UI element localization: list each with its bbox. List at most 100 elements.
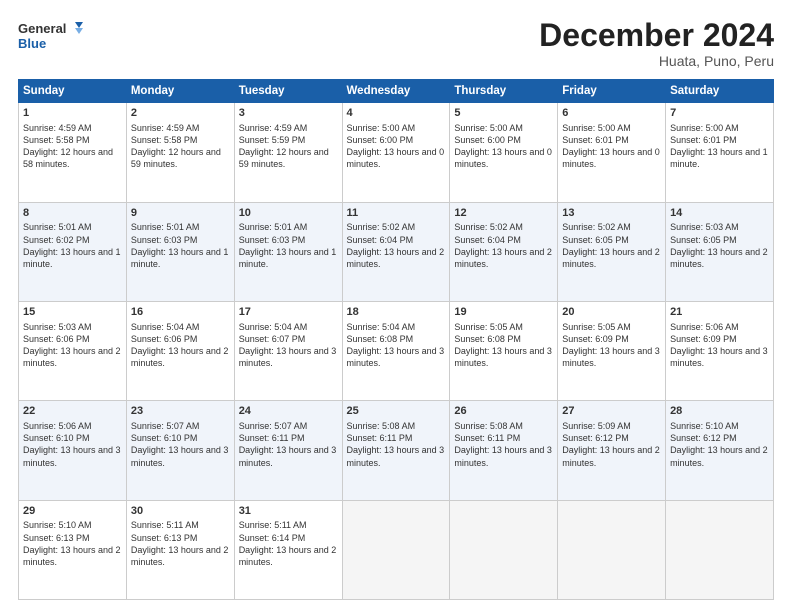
col-monday: Monday [126, 80, 234, 103]
daylight-text: Daylight: 13 hours and 3 minutes. [347, 345, 446, 369]
sunset-text: Sunset: 6:04 PM [454, 234, 553, 246]
day-number: 4 [347, 106, 446, 121]
sunrise-text: Sunrise: 5:04 AM [239, 321, 338, 333]
header: General Blue December 2024 Huata, Puno, … [18, 18, 774, 69]
sunrise-text: Sunrise: 5:01 AM [239, 221, 338, 233]
day-number: 14 [670, 206, 769, 221]
table-row: 25Sunrise: 5:08 AMSunset: 6:11 PMDayligh… [342, 401, 450, 500]
logo: General Blue [18, 18, 88, 56]
daylight-text: Daylight: 13 hours and 2 minutes. [562, 444, 661, 468]
sunset-text: Sunset: 6:08 PM [347, 333, 446, 345]
col-sunday: Sunday [19, 80, 127, 103]
day-number: 18 [347, 305, 446, 320]
sunrise-text: Sunrise: 5:07 AM [239, 420, 338, 432]
table-row: 27Sunrise: 5:09 AMSunset: 6:12 PMDayligh… [558, 401, 666, 500]
daylight-text: Daylight: 12 hours and 59 minutes. [239, 146, 338, 170]
sunrise-text: Sunrise: 4:59 AM [239, 122, 338, 134]
table-row: 14Sunrise: 5:03 AMSunset: 6:05 PMDayligh… [666, 202, 774, 301]
day-number: 19 [454, 305, 553, 320]
day-number: 5 [454, 106, 553, 121]
sunrise-text: Sunrise: 5:00 AM [562, 122, 661, 134]
calendar-week-row: 22Sunrise: 5:06 AMSunset: 6:10 PMDayligh… [19, 401, 774, 500]
table-row [666, 500, 774, 599]
day-number: 23 [131, 404, 230, 419]
sunrise-text: Sunrise: 5:02 AM [454, 221, 553, 233]
col-friday: Friday [558, 80, 666, 103]
day-number: 15 [23, 305, 122, 320]
sunset-text: Sunset: 5:58 PM [23, 134, 122, 146]
day-number: 27 [562, 404, 661, 419]
table-row: 23Sunrise: 5:07 AMSunset: 6:10 PMDayligh… [126, 401, 234, 500]
table-row: 8Sunrise: 5:01 AMSunset: 6:02 PMDaylight… [19, 202, 127, 301]
day-number: 16 [131, 305, 230, 320]
day-number: 31 [239, 504, 338, 519]
sunset-text: Sunset: 6:13 PM [131, 532, 230, 544]
daylight-text: Daylight: 13 hours and 1 minute. [131, 246, 230, 270]
sunset-text: Sunset: 6:14 PM [239, 532, 338, 544]
table-row: 22Sunrise: 5:06 AMSunset: 6:10 PMDayligh… [19, 401, 127, 500]
calendar-table: Sunday Monday Tuesday Wednesday Thursday… [18, 79, 774, 600]
daylight-text: Daylight: 13 hours and 2 minutes. [670, 444, 769, 468]
daylight-text: Daylight: 13 hours and 3 minutes. [454, 345, 553, 369]
table-row: 5Sunrise: 5:00 AMSunset: 6:00 PMDaylight… [450, 103, 558, 202]
table-row: 16Sunrise: 5:04 AMSunset: 6:06 PMDayligh… [126, 301, 234, 400]
col-thursday: Thursday [450, 80, 558, 103]
daylight-text: Daylight: 13 hours and 1 minute. [670, 146, 769, 170]
sunrise-text: Sunrise: 5:05 AM [454, 321, 553, 333]
table-row: 20Sunrise: 5:05 AMSunset: 6:09 PMDayligh… [558, 301, 666, 400]
daylight-text: Daylight: 13 hours and 2 minutes. [562, 246, 661, 270]
sunset-text: Sunset: 6:06 PM [23, 333, 122, 345]
sunrise-text: Sunrise: 5:11 AM [239, 519, 338, 531]
sunrise-text: Sunrise: 5:07 AM [131, 420, 230, 432]
sunrise-text: Sunrise: 5:00 AM [347, 122, 446, 134]
day-number: 24 [239, 404, 338, 419]
sunrise-text: Sunrise: 5:08 AM [347, 420, 446, 432]
day-number: 29 [23, 504, 122, 519]
daylight-text: Daylight: 13 hours and 3 minutes. [454, 444, 553, 468]
sunrise-text: Sunrise: 5:02 AM [562, 221, 661, 233]
table-row: 10Sunrise: 5:01 AMSunset: 6:03 PMDayligh… [234, 202, 342, 301]
table-row: 9Sunrise: 5:01 AMSunset: 6:03 PMDaylight… [126, 202, 234, 301]
daylight-text: Daylight: 13 hours and 2 minutes. [131, 544, 230, 568]
table-row [558, 500, 666, 599]
day-number: 13 [562, 206, 661, 221]
sunset-text: Sunset: 6:06 PM [131, 333, 230, 345]
sunrise-text: Sunrise: 5:00 AM [454, 122, 553, 134]
sunrise-text: Sunrise: 5:01 AM [23, 221, 122, 233]
table-row: 17Sunrise: 5:04 AMSunset: 6:07 PMDayligh… [234, 301, 342, 400]
calendar-week-row: 15Sunrise: 5:03 AMSunset: 6:06 PMDayligh… [19, 301, 774, 400]
table-row: 12Sunrise: 5:02 AMSunset: 6:04 PMDayligh… [450, 202, 558, 301]
day-number: 17 [239, 305, 338, 320]
sunset-text: Sunset: 6:01 PM [562, 134, 661, 146]
calendar-week-row: 29Sunrise: 5:10 AMSunset: 6:13 PMDayligh… [19, 500, 774, 599]
sunset-text: Sunset: 6:05 PM [562, 234, 661, 246]
sunset-text: Sunset: 6:09 PM [670, 333, 769, 345]
table-row: 4Sunrise: 5:00 AMSunset: 6:00 PMDaylight… [342, 103, 450, 202]
sunset-text: Sunset: 6:11 PM [347, 432, 446, 444]
daylight-text: Daylight: 13 hours and 3 minutes. [239, 345, 338, 369]
daylight-text: Daylight: 13 hours and 3 minutes. [670, 345, 769, 369]
daylight-text: Daylight: 13 hours and 3 minutes. [23, 444, 122, 468]
daylight-text: Daylight: 13 hours and 2 minutes. [454, 246, 553, 270]
day-number: 26 [454, 404, 553, 419]
table-row: 28Sunrise: 5:10 AMSunset: 6:12 PMDayligh… [666, 401, 774, 500]
daylight-text: Daylight: 12 hours and 59 minutes. [131, 146, 230, 170]
table-row: 24Sunrise: 5:07 AMSunset: 6:11 PMDayligh… [234, 401, 342, 500]
sunset-text: Sunset: 6:05 PM [670, 234, 769, 246]
daylight-text: Daylight: 13 hours and 3 minutes. [347, 444, 446, 468]
daylight-text: Daylight: 13 hours and 2 minutes. [239, 544, 338, 568]
table-row: 30Sunrise: 5:11 AMSunset: 6:13 PMDayligh… [126, 500, 234, 599]
day-number: 21 [670, 305, 769, 320]
day-number: 12 [454, 206, 553, 221]
daylight-text: Daylight: 13 hours and 3 minutes. [131, 444, 230, 468]
sunrise-text: Sunrise: 5:01 AM [131, 221, 230, 233]
col-tuesday: Tuesday [234, 80, 342, 103]
sunrise-text: Sunrise: 5:10 AM [23, 519, 122, 531]
daylight-text: Daylight: 13 hours and 2 minutes. [347, 246, 446, 270]
title-block: December 2024 Huata, Puno, Peru [539, 18, 774, 69]
sunset-text: Sunset: 6:08 PM [454, 333, 553, 345]
sunrise-text: Sunrise: 5:05 AM [562, 321, 661, 333]
sunset-text: Sunset: 6:00 PM [454, 134, 553, 146]
table-row: 6Sunrise: 5:00 AMSunset: 6:01 PMDaylight… [558, 103, 666, 202]
calendar-week-row: 8Sunrise: 5:01 AMSunset: 6:02 PMDaylight… [19, 202, 774, 301]
